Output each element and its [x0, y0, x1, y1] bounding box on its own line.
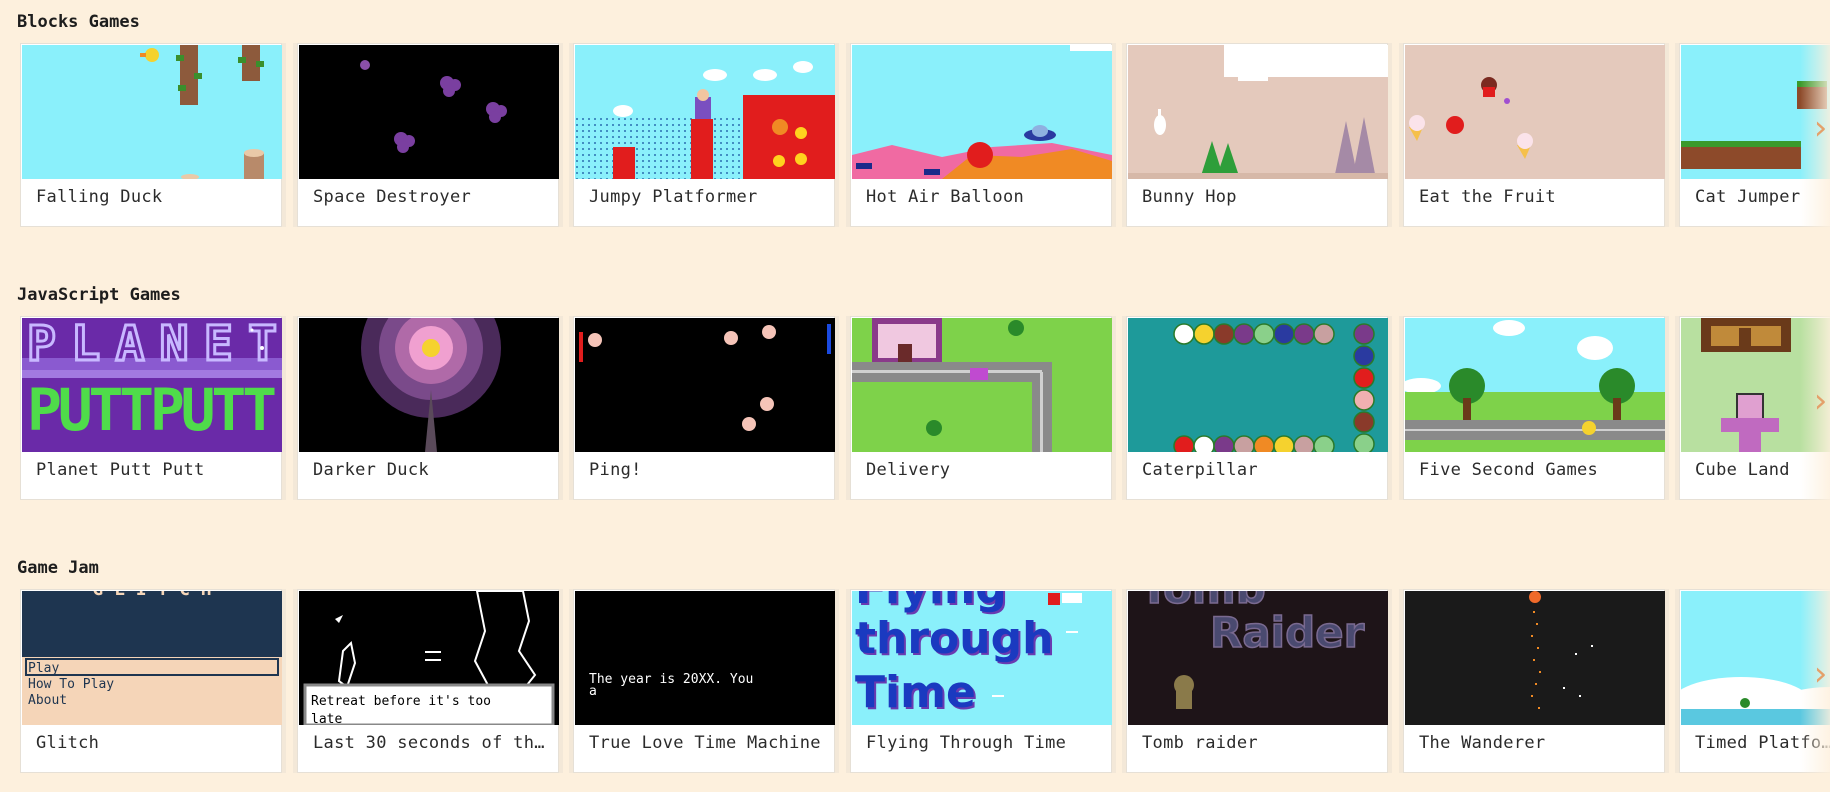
thumb-dialog-line2: late	[311, 712, 342, 725]
game-title: Space Destroyer	[313, 187, 472, 207]
section-game-jam: Game Jam G L I T C H Play How To Play Ab…	[0, 558, 1830, 773]
game-card-bunny-hop[interactable]: Bunny Hop	[1126, 43, 1388, 227]
thumb-title-puttputt: PUTTPUTT	[27, 376, 277, 444]
game-title: Eat the Fruit	[1419, 187, 1556, 207]
game-card-falling-duck[interactable]: Falling Duck	[20, 43, 282, 227]
game-card-hot-air-balloon[interactable]: Hot Air Balloon	[850, 43, 1112, 227]
game-title: Glitch	[36, 733, 100, 753]
game-card-eat-the-fruit[interactable]: Eat the Fruit	[1403, 43, 1665, 227]
section-title: JavaScript Games	[17, 285, 181, 305]
game-title: The Wanderer	[1419, 733, 1546, 753]
game-card-delivery[interactable]: Delivery	[850, 316, 1112, 500]
game-title: Five Second Games	[1419, 460, 1599, 480]
game-carousel[interactable]: PLANET PUTTPUTT Planet Putt Putt Darker …	[20, 316, 1830, 500]
game-title: Hot Air Balloon	[866, 187, 1025, 207]
game-card-true-love-time-machine[interactable]: The year is 20XX. You a True Love Time M…	[573, 589, 835, 773]
game-card-five-second-games[interactable]: Five Second Games	[1403, 316, 1665, 500]
game-title: True Love Time Machine	[589, 733, 821, 753]
game-title: Jumpy Platformer	[589, 187, 758, 207]
game-thumbnail: The year is 20XX. You a	[575, 591, 835, 725]
thumb-title-through-shadow: through	[855, 613, 1053, 664]
game-thumbnail	[852, 318, 1112, 452]
section-blocks-games: Blocks Games Falling Duck Space Destroye…	[0, 12, 1830, 227]
game-card-caterpillar[interactable]: Caterpillar	[1126, 316, 1388, 500]
game-thumbnail	[299, 318, 559, 452]
chevron-right-icon[interactable]: ›	[1810, 379, 1830, 423]
game-card-tomb-raider[interactable]: Tomb Raider Tomb raider	[1126, 589, 1388, 773]
game-thumbnail	[575, 45, 835, 179]
game-card-darker-duck[interactable]: Darker Duck	[297, 316, 559, 500]
game-title: Delivery	[866, 460, 951, 480]
game-title: Darker Duck	[313, 460, 429, 480]
game-thumbnail: PLANET PUTTPUTT	[22, 318, 282, 452]
thumb-title-time-shadow: Time	[855, 667, 976, 718]
game-card-flying-through-time[interactable]: Flying Flying through through Time Time …	[850, 589, 1112, 773]
thumb-menu-about: About	[28, 693, 67, 708]
game-card-jumpy-platformer[interactable]: Jumpy Platformer	[573, 43, 835, 227]
game-title: Falling Duck	[36, 187, 163, 207]
thumb-title-glitch: G L I T C H	[92, 591, 211, 600]
game-card-the-wanderer[interactable]: The Wanderer	[1403, 589, 1665, 773]
game-thumbnail	[1405, 591, 1665, 725]
game-title: Ping!	[589, 460, 642, 480]
game-thumbnail: G L I T C H Play How To Play About	[22, 591, 282, 725]
game-carousel[interactable]: Falling Duck Space Destroyer Jumpy Platf…	[20, 43, 1830, 227]
section-title: Game Jam	[17, 558, 99, 578]
game-title: Caterpillar	[1142, 460, 1258, 480]
game-title: Planet Putt Putt	[36, 460, 205, 480]
game-title: Tomb raider	[1142, 733, 1258, 753]
thumb-title-flying-shadow: Flying	[855, 591, 1007, 614]
game-card-ping[interactable]: Ping!	[573, 316, 835, 500]
game-thumbnail	[1128, 45, 1388, 179]
game-thumbnail	[852, 45, 1112, 179]
game-card-planet-putt-putt[interactable]: PLANET PUTTPUTT Planet Putt Putt	[20, 316, 282, 500]
game-thumbnail	[299, 45, 559, 179]
game-thumbnail	[1405, 318, 1665, 452]
chevron-right-icon[interactable]: ›	[1810, 106, 1830, 150]
game-thumbnail	[575, 318, 835, 452]
thumb-story-line2: a	[589, 684, 597, 699]
game-thumbnail: Retreat before it's too late	[299, 591, 559, 725]
game-title: Last 30 seconds of th…	[313, 733, 545, 753]
game-thumbnail	[1405, 45, 1665, 179]
game-card-space-destroyer[interactable]: Space Destroyer	[297, 43, 559, 227]
section-title: Blocks Games	[17, 12, 140, 32]
game-title: Bunny Hop	[1142, 187, 1237, 207]
thumb-dialog-line1: Retreat before it's too	[311, 694, 491, 709]
thumb-story-line1: The year is 20XX. You	[589, 672, 753, 687]
game-card-glitch[interactable]: G L I T C H Play How To Play About Glitc…	[20, 589, 282, 773]
section-javascript-games: JavaScript Games PLANET PUTTPUTT Planet …	[0, 285, 1830, 500]
game-thumbnail	[22, 45, 282, 179]
game-carousel[interactable]: G L I T C H Play How To Play About Glitc…	[20, 589, 1830, 773]
game-thumbnail: Flying Flying through through Time Time	[852, 591, 1112, 725]
game-title: Flying Through Time	[866, 733, 1067, 753]
game-thumbnail	[1128, 318, 1388, 452]
thumb-menu-play: Play	[28, 661, 59, 676]
game-thumbnail: Tomb Raider	[1128, 591, 1388, 725]
game-card-last-30-seconds[interactable]: Retreat before it's too late Last 30 sec…	[297, 589, 559, 773]
thumb-menu-howto: How To Play	[28, 677, 114, 692]
chevron-right-icon[interactable]: ›	[1810, 652, 1830, 696]
thumb-title-raider: Raider	[1210, 608, 1365, 657]
